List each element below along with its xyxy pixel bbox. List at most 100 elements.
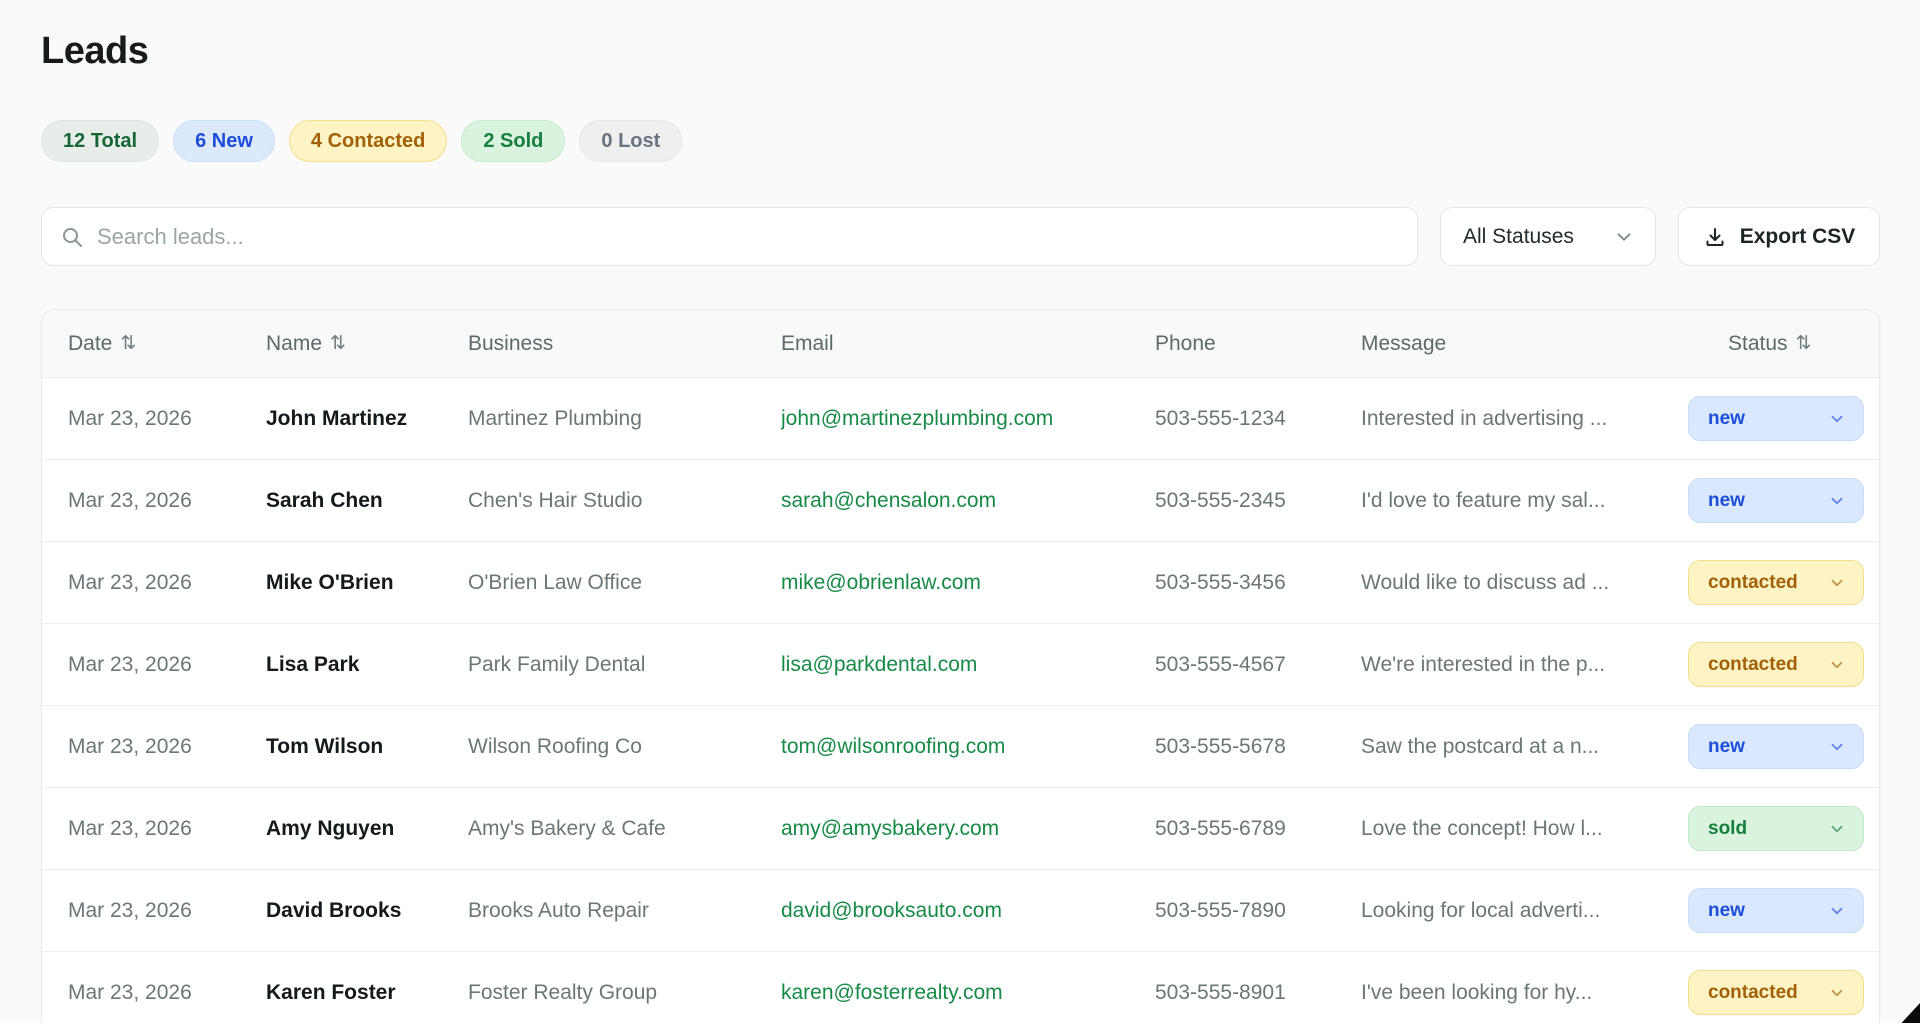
- email-link[interactable]: david@brooksauto.com: [781, 899, 1002, 922]
- lead-phone: 503-555-2345: [1155, 489, 1361, 513]
- lead-date: Mar 23, 2026: [68, 407, 266, 431]
- status-dropdown[interactable]: new: [1688, 888, 1864, 933]
- status-dropdown[interactable]: contacted: [1688, 560, 1864, 605]
- lead-name: Sarah Chen: [266, 489, 468, 513]
- status-dropdown[interactable]: new: [1688, 724, 1864, 769]
- table-row: Mar 23, 2026 John Martinez Martinez Plum…: [42, 378, 1879, 460]
- lead-message: Interested in advertising ...: [1361, 407, 1688, 431]
- lead-message: Love the concept! How l...: [1361, 817, 1688, 841]
- lead-email: karen@fosterrealty.com: [781, 981, 1155, 1005]
- lead-email: david@brooksauto.com: [781, 899, 1155, 923]
- download-icon: [1703, 225, 1727, 249]
- export-csv-button[interactable]: Export CSV: [1678, 207, 1880, 266]
- status-dropdown[interactable]: contacted: [1688, 642, 1864, 687]
- lead-status-cell: new: [1688, 724, 1864, 769]
- search-input[interactable]: [97, 224, 1399, 250]
- chevron-down-icon: [1828, 656, 1846, 674]
- leads-page: Leads 12 Total 6 New 4 Contacted 2 Sold …: [0, 0, 1920, 1023]
- lead-business: Amy's Bakery & Cafe: [468, 817, 781, 841]
- table-row: Mar 23, 2026 Karen Foster Foster Realty …: [42, 952, 1879, 1023]
- lead-email: amy@amysbakery.com: [781, 817, 1155, 841]
- email-link[interactable]: karen@fosterrealty.com: [781, 981, 1003, 1004]
- export-csv-label: Export CSV: [1740, 225, 1856, 249]
- email-link[interactable]: amy@amysbakery.com: [781, 817, 999, 840]
- lead-business: O'Brien Law Office: [468, 571, 781, 595]
- lead-date: Mar 23, 2026: [68, 653, 266, 677]
- table-header-row: Date ⇅ Name ⇅ Business Email Phone Messa…: [42, 310, 1879, 378]
- status-dropdown-value: contacted: [1708, 572, 1798, 594]
- lead-date: Mar 23, 2026: [68, 735, 266, 759]
- lead-message: Saw the postcard at a n...: [1361, 735, 1688, 759]
- email-link[interactable]: mike@obrienlaw.com: [781, 571, 981, 594]
- table-row: Mar 23, 2026 David Brooks Brooks Auto Re…: [42, 870, 1879, 952]
- status-dropdown-value: new: [1708, 736, 1745, 758]
- lead-business: Foster Realty Group: [468, 981, 781, 1005]
- email-link[interactable]: sarah@chensalon.com: [781, 489, 996, 512]
- lead-status-cell: contacted: [1688, 970, 1864, 1015]
- leads-table: Date ⇅ Name ⇅ Business Email Phone Messa…: [41, 309, 1880, 1023]
- column-header-status[interactable]: Status ⇅: [1688, 332, 1849, 356]
- status-dropdown-value: new: [1708, 408, 1745, 430]
- table-row: Mar 23, 2026 Lisa Park Park Family Denta…: [42, 624, 1879, 706]
- status-dropdown[interactable]: new: [1688, 396, 1864, 441]
- lead-phone: 503-555-6789: [1155, 817, 1361, 841]
- lead-name: Karen Foster: [266, 981, 468, 1005]
- status-dropdown-value: new: [1708, 490, 1745, 512]
- lead-phone: 503-555-4567: [1155, 653, 1361, 677]
- lead-status-cell: new: [1688, 888, 1864, 933]
- lead-name: John Martinez: [266, 407, 468, 431]
- stat-badge-total: 12 Total: [41, 120, 159, 162]
- status-dropdown[interactable]: new: [1688, 478, 1864, 523]
- lead-message: We're interested in the p...: [1361, 653, 1688, 677]
- status-dropdown-value: new: [1708, 900, 1745, 922]
- status-filter-select[interactable]: All Statuses: [1440, 207, 1656, 266]
- lead-status-cell: new: [1688, 396, 1864, 441]
- status-dropdown[interactable]: contacted: [1688, 970, 1864, 1015]
- lead-name: Mike O'Brien: [266, 571, 468, 595]
- lead-business: Park Family Dental: [468, 653, 781, 677]
- lead-date: Mar 23, 2026: [68, 571, 266, 595]
- search-icon: [60, 225, 84, 249]
- column-header-email: Email: [781, 332, 1155, 356]
- status-filter-value: All Statuses: [1463, 225, 1574, 249]
- lead-business: Wilson Roofing Co: [468, 735, 781, 759]
- lead-message: I've been looking for hy...: [1361, 981, 1688, 1005]
- lead-status-cell: contacted: [1688, 560, 1864, 605]
- lead-email: lisa@parkdental.com: [781, 653, 1155, 677]
- email-link[interactable]: lisa@parkdental.com: [781, 653, 977, 676]
- table-row: Mar 23, 2026 Mike O'Brien O'Brien Law Of…: [42, 542, 1879, 624]
- stat-badge-contacted: 4 Contacted: [289, 120, 447, 162]
- chevron-down-icon: [1613, 226, 1635, 248]
- lead-phone: 503-555-7890: [1155, 899, 1361, 923]
- controls-row: All Statuses Export CSV: [41, 207, 1880, 266]
- stat-badge-new: 6 New: [173, 120, 275, 162]
- column-header-message: Message: [1361, 332, 1688, 356]
- lead-status-cell: contacted: [1688, 642, 1864, 687]
- table-body: Mar 23, 2026 John Martinez Martinez Plum…: [42, 378, 1879, 1023]
- status-dropdown[interactable]: sold: [1688, 806, 1864, 851]
- sort-icon: ⇅: [1796, 332, 1812, 355]
- lead-name: Amy Nguyen: [266, 817, 468, 841]
- chevron-down-icon: [1828, 738, 1846, 756]
- lead-name: Tom Wilson: [266, 735, 468, 759]
- chevron-down-icon: [1828, 820, 1846, 838]
- lead-business: Martinez Plumbing: [468, 407, 781, 431]
- column-header-date[interactable]: Date ⇅: [68, 332, 266, 356]
- lead-email: tom@wilsonroofing.com: [781, 735, 1155, 759]
- lead-email: mike@obrienlaw.com: [781, 571, 1155, 595]
- lead-date: Mar 23, 2026: [68, 817, 266, 841]
- lead-email: john@martinezplumbing.com: [781, 407, 1155, 431]
- chevron-down-icon: [1828, 492, 1846, 510]
- sort-icon: ⇅: [120, 332, 136, 355]
- chevron-down-icon: [1828, 984, 1846, 1002]
- column-header-business: Business: [468, 332, 781, 356]
- column-header-name[interactable]: Name ⇅: [266, 332, 468, 356]
- email-link[interactable]: tom@wilsonroofing.com: [781, 735, 1005, 758]
- lead-phone: 503-555-5678: [1155, 735, 1361, 759]
- email-link[interactable]: john@martinezplumbing.com: [781, 407, 1053, 430]
- lead-phone: 503-555-1234: [1155, 407, 1361, 431]
- lead-name: Lisa Park: [266, 653, 468, 677]
- column-header-phone: Phone: [1155, 332, 1361, 356]
- table-row: Mar 23, 2026 Tom Wilson Wilson Roofing C…: [42, 706, 1879, 788]
- lead-phone: 503-555-8901: [1155, 981, 1361, 1005]
